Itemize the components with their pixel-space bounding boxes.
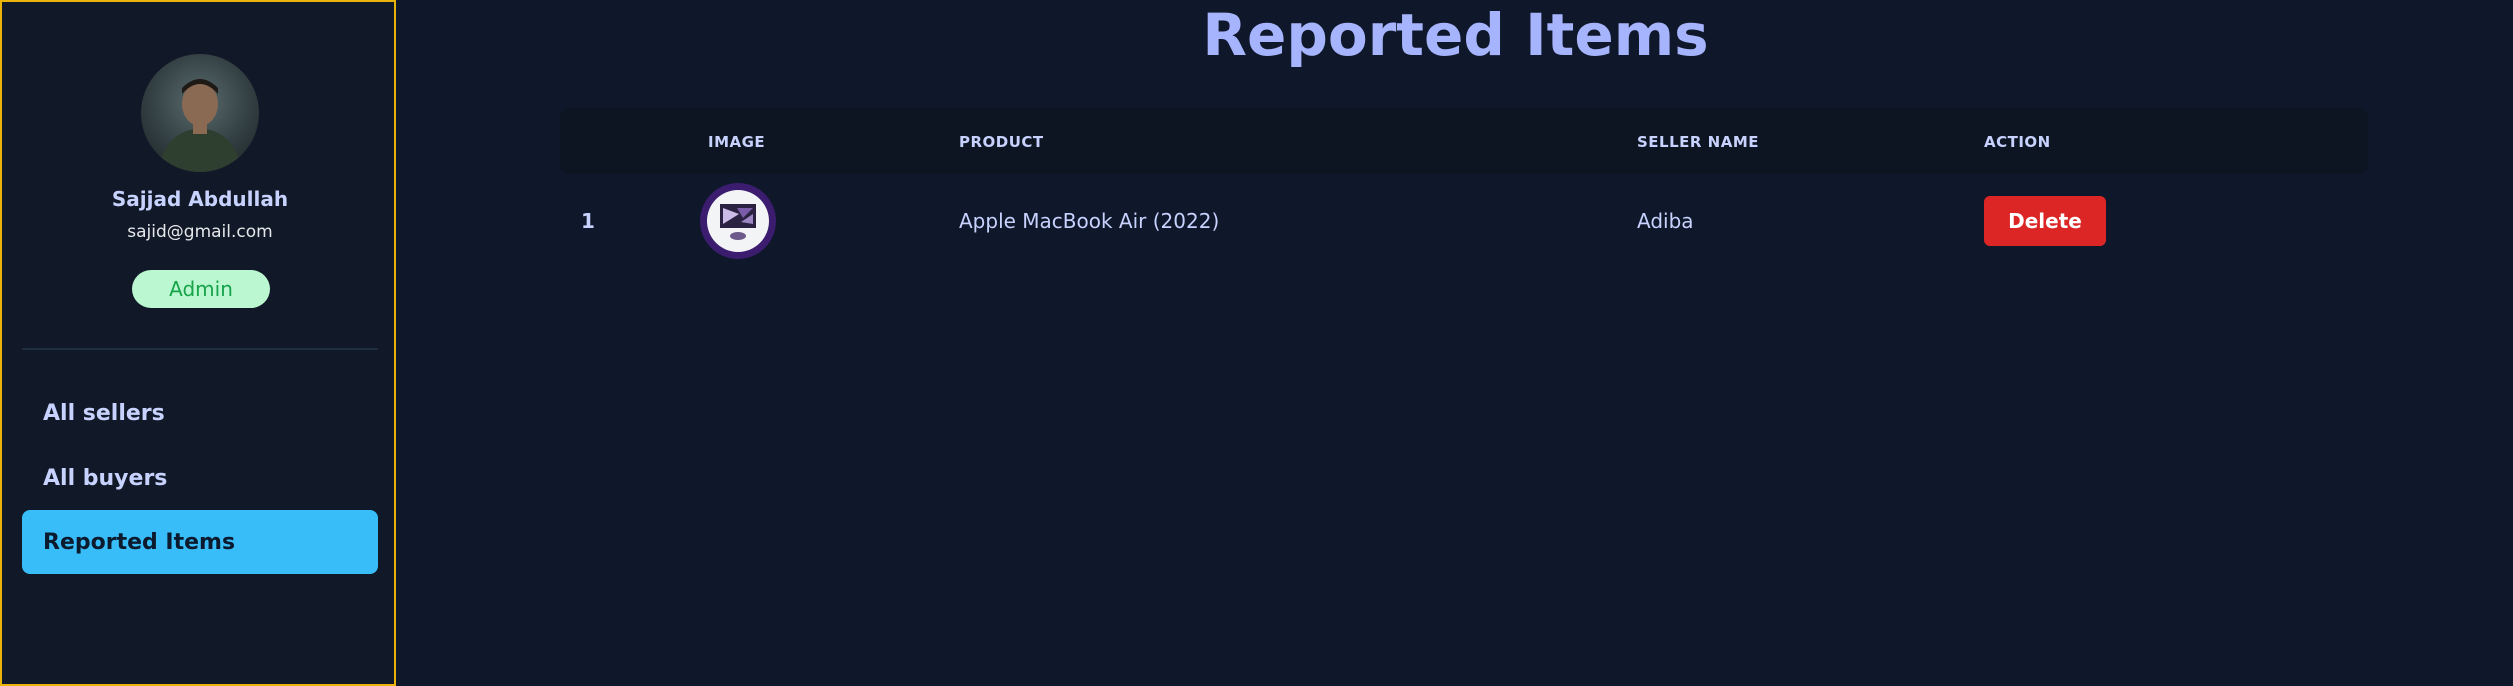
table-header bbox=[560, 108, 2368, 174]
user-email: sajid@gmail.com bbox=[127, 222, 273, 242]
nav-item-all-buyers[interactable]: All buyers bbox=[22, 446, 378, 510]
product-name: Apple MacBook Air (2022) bbox=[959, 209, 1220, 233]
nav-item-all-sellers[interactable]: All sellers bbox=[22, 381, 378, 445]
product-image bbox=[700, 183, 776, 259]
nav-item-label: All buyers bbox=[43, 465, 168, 491]
column-header-product: PRODUCT bbox=[959, 133, 1044, 151]
sidebar: Sajjad Abdullah sajid@gmail.com Admin Al… bbox=[0, 0, 396, 686]
nav-item-label: All sellers bbox=[43, 400, 165, 426]
nav-item-reported-items[interactable]: Reported Items bbox=[22, 510, 378, 574]
user-name: Sajjad Abdullah bbox=[111, 187, 289, 211]
role-badge: Admin bbox=[132, 270, 270, 308]
sidebar-divider bbox=[22, 348, 378, 350]
page-title: Reported Items bbox=[1202, 1, 1709, 69]
delete-button[interactable]: Delete bbox=[1984, 196, 2106, 246]
person-avatar-icon bbox=[159, 79, 241, 172]
product-logo-icon bbox=[720, 204, 756, 240]
row-index: 1 bbox=[581, 209, 595, 233]
column-header-image: IMAGE bbox=[708, 133, 766, 151]
column-header-action: ACTION bbox=[1984, 133, 2051, 151]
column-header-seller-name: SELLER NAME bbox=[1637, 133, 1760, 151]
nav-item-label: Reported Items bbox=[43, 529, 236, 555]
seller-name: Adiba bbox=[1637, 209, 1694, 233]
user-avatar bbox=[141, 54, 259, 172]
